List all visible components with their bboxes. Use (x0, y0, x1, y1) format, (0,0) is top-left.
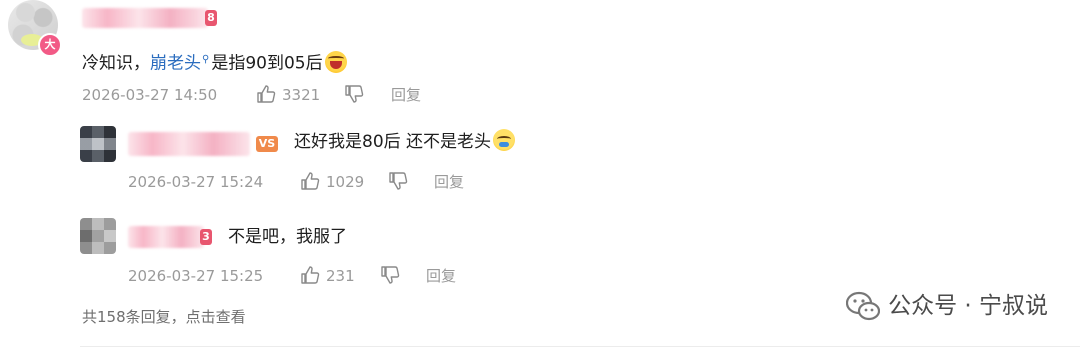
level-badge: 8 (205, 10, 217, 26)
comment-timestamp: 2026-03-27 15:25 (128, 267, 264, 285)
username-blurred[interactable] (128, 226, 204, 248)
wechat-icon (846, 291, 881, 321)
dislike-icon[interactable] (388, 171, 408, 191)
like-count: 231 (326, 267, 355, 285)
comment-text: 不是吧，我服了 (228, 227, 347, 247)
comment-text: 冷知识，崩老头⚲ 是指90到05后 (82, 48, 347, 76)
dislike-icon[interactable] (380, 265, 400, 285)
avatar[interactable] (80, 218, 116, 254)
avatar[interactable] (80, 126, 116, 162)
vip-badge: 大 (38, 33, 62, 57)
view-all-replies-link[interactable]: 共158条回复，点击查看 (82, 307, 246, 327)
search-icon[interactable]: ⚲ (202, 48, 209, 72)
like-count: 3321 (282, 86, 321, 104)
username-blurred[interactable] (82, 8, 208, 28)
comment-timestamp: 2026-03-27 15:24 (128, 173, 264, 191)
topic-link[interactable]: 崩老头 (150, 54, 201, 74)
level-badge: VS (256, 136, 278, 152)
like-icon[interactable] (256, 84, 276, 104)
username-blurred[interactable] (128, 132, 250, 156)
like-count: 1029 (326, 173, 365, 191)
comment-thread: 大 8 冷知识，崩老头⚲ 是指90到05后 2026-03-27 14:50 33… (0, 0, 1080, 350)
comment-text-before: 冷知识， (82, 53, 150, 74)
comment-text-body: 还好我是80后 还不是老头 (294, 132, 492, 152)
reply-button[interactable]: 回复 (391, 85, 421, 105)
divider (80, 346, 1080, 347)
comment-text-after: 是指90到05后 (211, 53, 323, 74)
like-icon[interactable] (300, 171, 320, 191)
comment-text: 还好我是80后 还不是老头 (294, 129, 516, 154)
comment-timestamp: 2026-03-27 14:50 (82, 86, 218, 104)
reply-button[interactable]: 回复 (426, 266, 456, 286)
like-icon[interactable] (300, 265, 320, 285)
level-badge: 3 (200, 229, 212, 245)
laugh-emoji-icon (324, 50, 347, 73)
dislike-icon[interactable] (344, 84, 364, 104)
watermark: 公众号 · 宁叔说 (846, 290, 1048, 322)
watermark-text: 公众号 · 宁叔说 (888, 293, 1048, 319)
reply-button[interactable]: 回复 (434, 172, 464, 192)
cry-laugh-emoji-icon (493, 129, 516, 151)
